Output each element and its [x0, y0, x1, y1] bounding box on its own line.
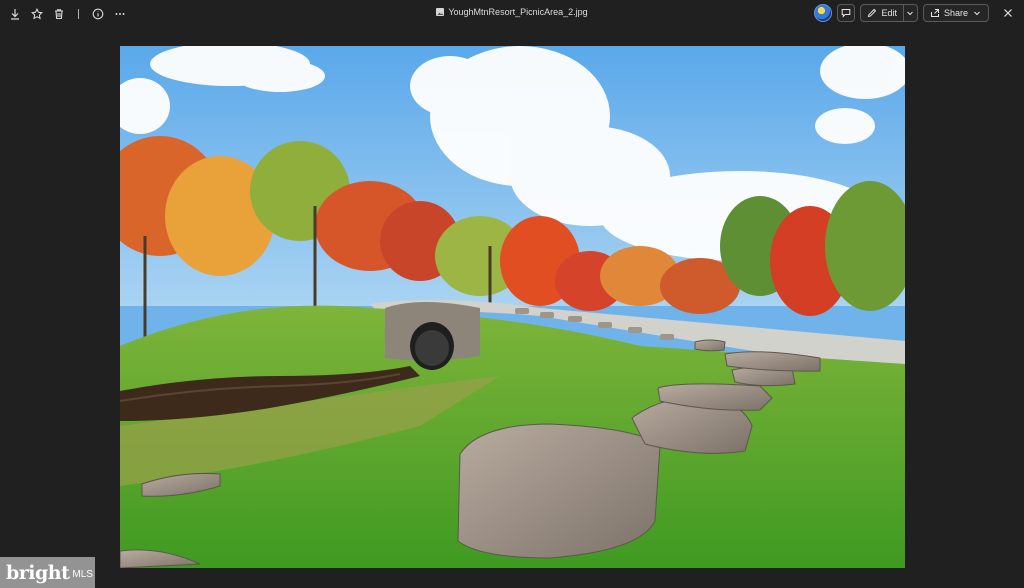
- autumn-landscape-photo: [120, 46, 905, 568]
- trash-icon[interactable]: [50, 4, 68, 24]
- more-icon[interactable]: [111, 4, 129, 24]
- close-button[interactable]: [1000, 5, 1016, 21]
- star-icon[interactable]: [28, 4, 46, 24]
- watermark-suffix: MLS: [72, 568, 93, 580]
- comment-button[interactable]: [837, 4, 856, 22]
- toolbar-left-actions: [6, 4, 129, 24]
- edit-split-button: Edit: [860, 4, 918, 22]
- chevron-down-icon: [974, 11, 980, 16]
- pencil-icon: [868, 8, 877, 18]
- info-icon[interactable]: [89, 4, 107, 24]
- edit-dropdown-button[interactable]: [903, 4, 918, 22]
- toolbar-divider: [78, 9, 79, 19]
- comment-icon: [842, 9, 851, 18]
- edit-button-label: Edit: [881, 8, 897, 18]
- toolbar-right-actions: Edit Share: [814, 4, 1016, 22]
- brightmls-watermark: bright MLS: [0, 557, 95, 588]
- photo-image: [120, 46, 905, 568]
- photo-viewer-window: YoughMtnResort_PicnicArea_2.jpg Edit Sha…: [0, 0, 1024, 588]
- close-icon: [1004, 9, 1012, 17]
- edit-button[interactable]: Edit: [860, 4, 904, 22]
- watermark-brand: bright: [6, 561, 70, 584]
- avatar[interactable]: [814, 4, 833, 22]
- download-icon[interactable]: [6, 4, 24, 24]
- chevron-down-icon: [907, 11, 914, 16]
- share-icon: [930, 9, 939, 17]
- image-file-icon: [436, 8, 445, 16]
- share-button-label: Share: [943, 8, 968, 18]
- top-toolbar: YoughMtnResort_PicnicArea_2.jpg Edit Sha…: [0, 0, 1024, 30]
- file-name: YoughMtnResort_PicnicArea_2.jpg: [448, 7, 588, 17]
- share-button[interactable]: Share: [922, 4, 989, 22]
